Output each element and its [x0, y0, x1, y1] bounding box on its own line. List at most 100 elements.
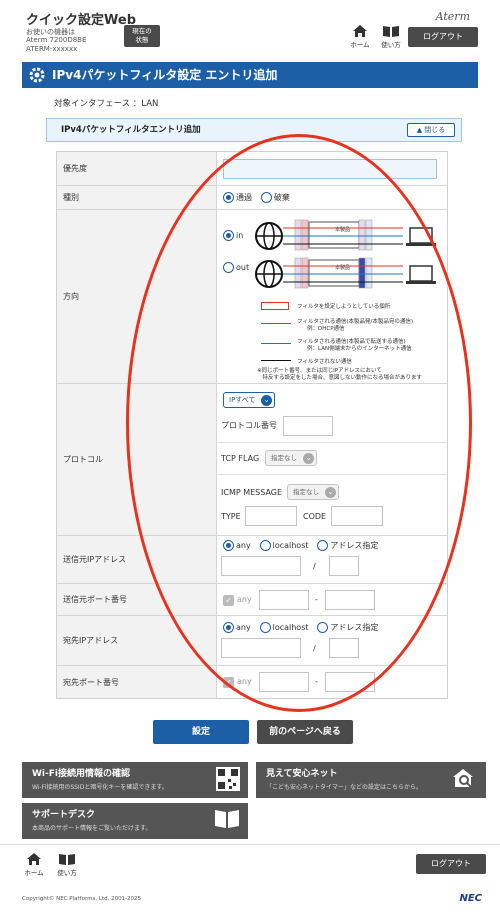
model-line: ATERM-xxxxxx: [26, 45, 78, 53]
protocol-number-input[interactable]: [283, 416, 333, 436]
help-nav[interactable]: 使い方: [377, 24, 405, 49]
page-title: IPv4パケットフィルタ設定 エントリ追加: [52, 68, 278, 82]
dst-ip-address-radio[interactable]: [317, 622, 329, 633]
type-discard-label: 破棄: [273, 193, 290, 202]
src-port-end-input[interactable]: [325, 590, 375, 610]
type-pass-label: 通過: [236, 193, 252, 202]
src-port-start-input[interactable]: [259, 590, 309, 610]
priority-value-cell: [217, 152, 447, 185]
dst-ip-any-radio[interactable]: [223, 622, 234, 633]
footer-home-label: ホーム: [24, 869, 44, 877]
filter-entry-form: 優先度 種別 通過 破棄 方向 in out 本製品 本製品 フィルタを設定しよ…: [56, 151, 448, 699]
protocol-label: プロトコル: [57, 384, 217, 535]
icmp-type-input[interactable]: [245, 506, 297, 526]
protocol-divider: [217, 442, 447, 443]
icmp-code-label: CODE: [303, 512, 327, 521]
chevron-down-icon: ⌄: [303, 453, 314, 464]
submit-button[interactable]: 設定: [153, 720, 249, 744]
dst-ip-slash: /: [313, 644, 316, 653]
section-title: IPv4パケットフィルタエントリ追加: [61, 125, 201, 135]
globe-icon-out: [255, 260, 283, 288]
type-discard-radio[interactable]: [260, 192, 272, 203]
src-port-row: 送信元ポート番号 ✓ any -: [57, 584, 447, 616]
icmp-code-input[interactable]: [331, 506, 383, 526]
footer-logout-button[interactable]: ログアウト: [416, 854, 486, 874]
footer-divider: [0, 844, 500, 845]
back-button[interactable]: 前のページへ戻る: [257, 720, 353, 744]
home-search-icon: [453, 769, 473, 789]
icmp-type-label: TYPE: [221, 512, 241, 521]
dst-port-start-input[interactable]: [259, 672, 309, 692]
footer-help-nav[interactable]: 使い方: [53, 852, 81, 877]
header: クイック設定Web お使いの機器は Aterm 7200D8BE ATERM-x…: [0, 0, 500, 58]
type-pass-radio[interactable]: [223, 192, 234, 203]
src-port-any-checkbox[interactable]: ✓: [223, 595, 234, 606]
direction-out-radio[interactable]: [223, 262, 234, 273]
dst-ip-address-label: アドレス指定: [330, 623, 379, 632]
collapse-button[interactable]: ▲ 閉じる: [407, 123, 455, 137]
wifi-info-tile[interactable]: Wi-Fi接続用情報の確認 Wi-Fi接続用のSSIDと暗号化キーを確認できます…: [22, 762, 248, 798]
legend-blue-example: 例：LAN側端末からのインターネット通信: [307, 346, 412, 352]
src-port-dash: -: [315, 595, 318, 604]
src-ip-options: any localhost アドレス指定: [223, 540, 384, 551]
home-label: ホーム: [350, 41, 370, 49]
laptop-icon-in: [409, 227, 433, 244]
gear-icon: [29, 67, 45, 83]
dst-ip-localhost-radio[interactable]: [259, 622, 271, 633]
tcp-flag-select-value: 指定なし: [271, 454, 297, 462]
src-ip-mask-input[interactable]: [329, 556, 359, 576]
direction-out-option: out: [223, 262, 255, 273]
protocol-value-cell: IPすべて ⌄ プロトコル番号 TCP FLAG 指定なし ⌄ ICMP MES…: [217, 384, 447, 535]
src-ip-localhost-radio[interactable]: [259, 540, 271, 551]
direction-in-radio[interactable]: [223, 230, 234, 241]
dst-ip-mask-input[interactable]: [329, 638, 359, 658]
tcp-flag-select[interactable]: 指定なし ⌄: [265, 450, 317, 466]
icmp-message-label: ICMP MESSAGE: [221, 488, 283, 497]
src-ip-value-cell: any localhost アドレス指定 /: [217, 536, 447, 583]
direction-label: 方向: [57, 210, 217, 383]
priority-row: 優先度: [57, 152, 447, 186]
icmp-message-select[interactable]: 指定なし ⌄: [287, 484, 339, 500]
dst-ip-row: 宛先IPアドレス any localhost アドレス指定 /: [57, 616, 447, 666]
laptop-icon-out: [409, 265, 433, 282]
type-label: 種別: [57, 186, 217, 209]
src-ip-address-label: アドレス指定: [330, 541, 379, 550]
current-status-button[interactable]: 現在の 状態: [124, 25, 160, 47]
dst-ip-label: 宛先IPアドレス: [57, 616, 217, 665]
src-port-label: 送信元ポート番号: [57, 584, 217, 615]
icmp-message-select-value: 指定なし: [293, 488, 319, 496]
protocol-select-value: IPすべて: [229, 396, 256, 404]
logout-button[interactable]: ログアウト: [408, 27, 478, 47]
dst-port-label: 宛先ポート番号: [57, 666, 217, 698]
protocol-select[interactable]: IPすべて ⌄: [223, 392, 275, 408]
footer-home-nav[interactable]: ホーム: [20, 852, 48, 877]
nec-logo: NEC: [459, 893, 482, 904]
src-ip-any-radio[interactable]: [223, 540, 234, 551]
legend-target-swatch: [261, 302, 289, 310]
dst-ip-any-label: any: [236, 623, 251, 632]
legend-black-text: フィルタされない通信: [297, 359, 352, 365]
home-icon: [27, 853, 41, 865]
dst-port-end-input[interactable]: [325, 672, 375, 692]
dst-port-any-checkbox[interactable]: ✓: [223, 677, 234, 688]
home-nav[interactable]: ホーム: [346, 24, 374, 49]
direction-note-2: 特反する設定をした場合、意図しない動作になる場合があります: [257, 375, 423, 381]
collapse-label: 閉じる: [424, 126, 446, 134]
dst-ip-address-input[interactable]: [221, 638, 301, 658]
type-row: 種別 通過 破棄: [57, 186, 447, 210]
target-interface: 対象インタフェース ：LAN: [54, 99, 159, 109]
copyright: Copyright© NEC Platforms, Ltd. 2001-2025: [22, 896, 142, 902]
dst-ip-localhost-label: localhost: [272, 623, 309, 632]
dst-port-value-cell: ✓ any -: [217, 666, 447, 698]
src-ip-localhost-label: localhost: [272, 541, 309, 550]
direction-out-label: out: [236, 263, 250, 272]
direction-in-option: in: [223, 230, 249, 241]
protocol-number-label: プロトコル番号: [221, 421, 277, 430]
support-desk-tile[interactable]: サポートデスク 本商品のサポート情報をご覧いただけます。: [22, 803, 248, 839]
priority-input[interactable]: [223, 159, 437, 179]
book-icon: [215, 810, 239, 828]
src-ip-address-input[interactable]: [221, 556, 301, 576]
src-ip-slash: /: [313, 562, 316, 571]
mieru-anshin-tile[interactable]: 見えて安心ネット 「こども安心ネットタイマー」などの設定はこちらから。: [256, 762, 486, 798]
src-ip-address-radio[interactable]: [317, 540, 329, 551]
